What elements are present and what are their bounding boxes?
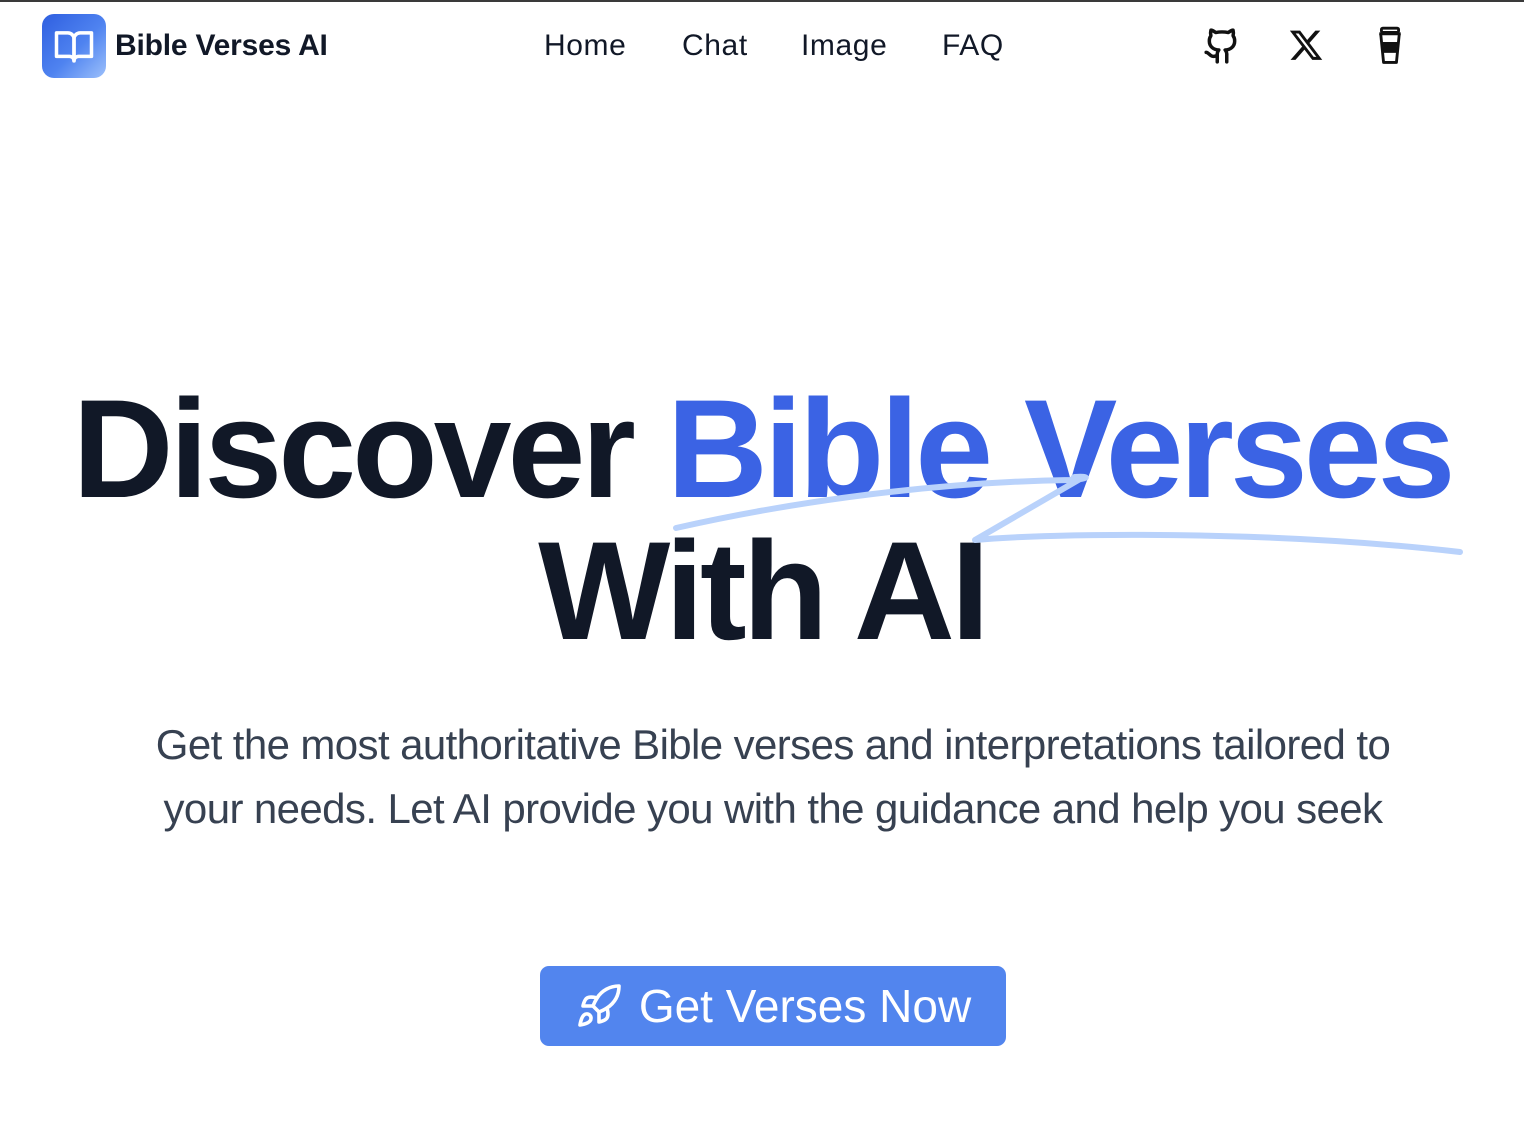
rocket-icon bbox=[575, 982, 623, 1030]
hero-title-accent: Bible Verses bbox=[666, 370, 1456, 527]
hero-title-word: Discover bbox=[72, 370, 635, 527]
hero-title-line-1: Discover Bible Verses bbox=[0, 378, 1524, 520]
nav-chat-link[interactable]: Chat bbox=[682, 26, 748, 66]
hero-subtitle-line-2: your needs. Let AI provide you with the … bbox=[163, 785, 1384, 832]
github-icon[interactable] bbox=[1202, 26, 1242, 66]
coffee-cup-icon[interactable] bbox=[1370, 26, 1410, 66]
hero-title-line-2: With AI bbox=[538, 512, 990, 669]
get-verses-now-button[interactable]: Get Verses Now bbox=[540, 966, 1006, 1046]
brand-name[interactable]: Bible Verses AI bbox=[115, 26, 328, 66]
hero-subtitle-line-1: Get the most authoritative Bible verses … bbox=[155, 721, 1391, 768]
nav-home-link[interactable]: Home bbox=[544, 26, 626, 66]
nav-faq-link[interactable]: FAQ bbox=[942, 26, 1004, 66]
hero-title: Discover Bible Verses With AI bbox=[0, 378, 1524, 662]
get-verses-now-label: Get Verses Now bbox=[638, 980, 972, 1032]
hero-subtitle: Get the most authoritative Bible verses … bbox=[100, 713, 1446, 841]
nav-image-link[interactable]: Image bbox=[801, 26, 887, 66]
open-book-icon[interactable] bbox=[42, 14, 106, 78]
x-icon[interactable] bbox=[1286, 26, 1326, 66]
site-header: Bible Verses AI Home Chat Image FAQ bbox=[0, 2, 1524, 90]
